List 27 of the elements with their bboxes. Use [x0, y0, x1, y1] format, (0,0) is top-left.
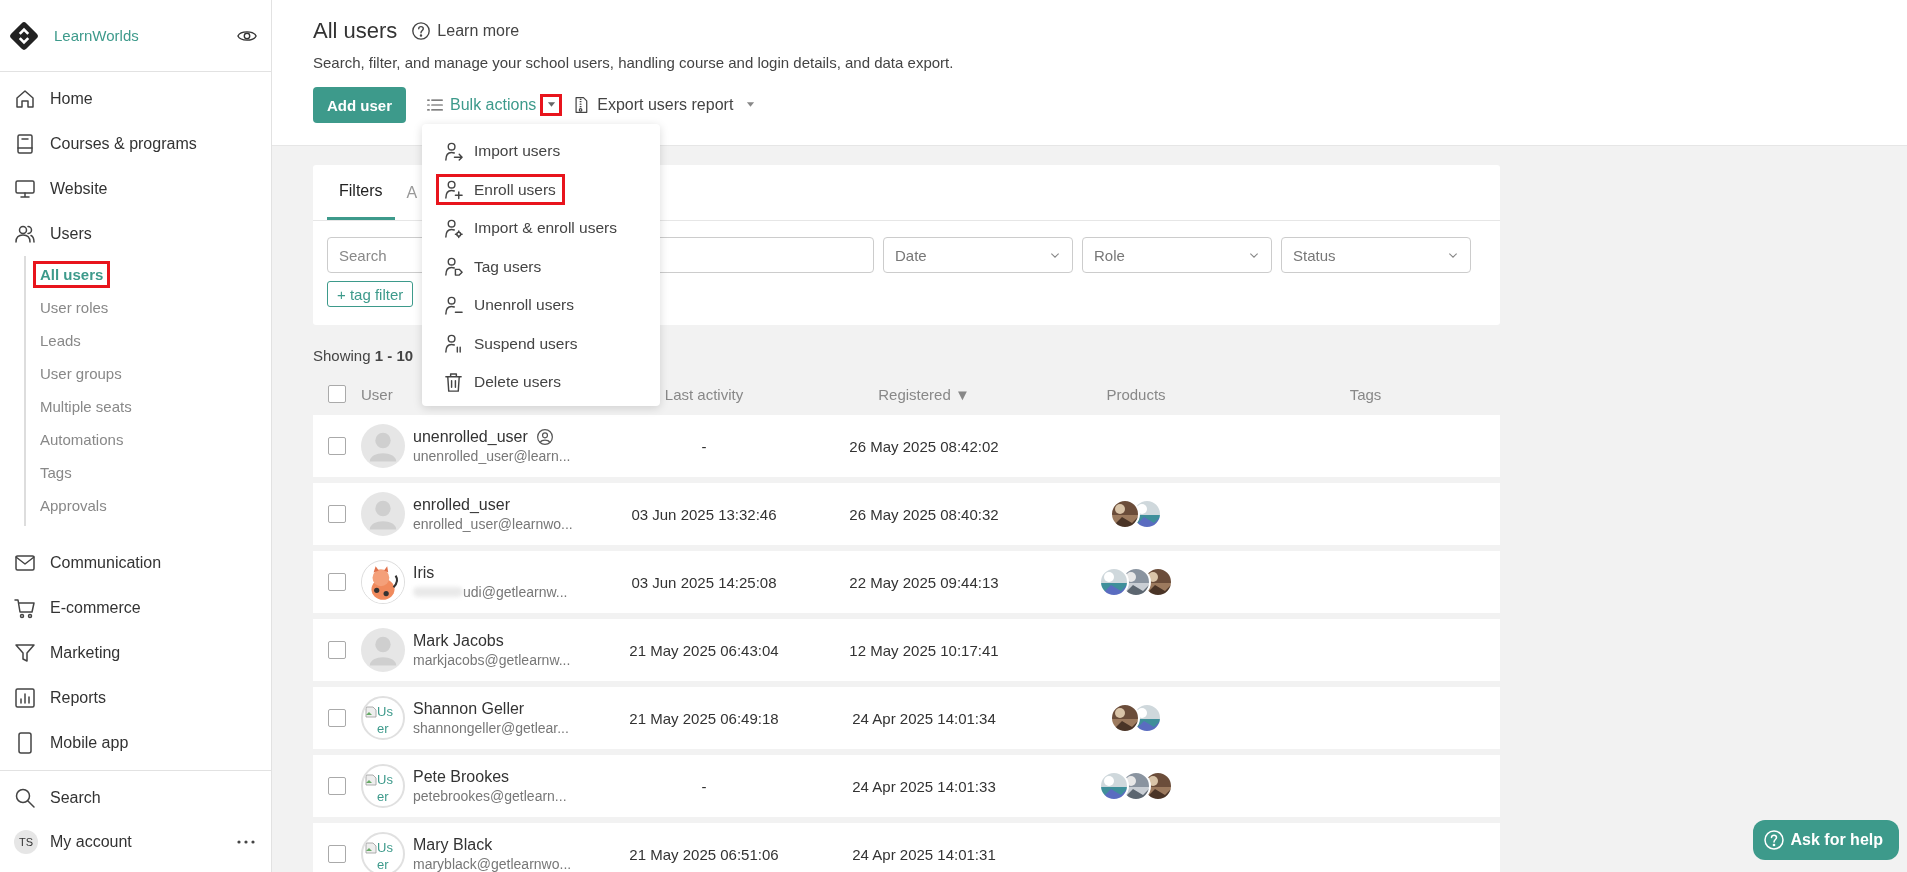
user-email: udi@getlearnw...	[463, 584, 568, 600]
page-title: All users	[313, 18, 398, 44]
alt-text: User	[377, 840, 394, 872]
table-cell-text: 21 May 2025 06:49:18	[628, 709, 780, 727]
table-cell-text: 03 Jun 2025 13:32:46	[630, 505, 778, 523]
results-count: Showing 1 - 10	[313, 347, 415, 366]
table-cell-text: 24 Apr 2025 14:01:34	[851, 709, 997, 727]
table-cell-text: 12 May 2025 10:17:41	[848, 641, 1000, 659]
table-cell-text: 22 May 2025 09:44:13	[848, 573, 1000, 591]
table-cell-text: -	[700, 437, 708, 455]
user-email: petebrookes@getlearn...	[413, 788, 567, 804]
alt-text: User	[377, 704, 394, 738]
table-cell-text: 26 May 2025 08:40:32	[848, 505, 1000, 523]
page-description: Search, filter, and manage your school users, handling course and login details, and data export.	[313, 54, 955, 71]
user-email: unenrolled_user@learn...	[413, 448, 571, 464]
table-cell-text: 21 May 2025 06:43:04	[628, 641, 780, 659]
table-cell-text: 24 Apr 2025 14:01:33	[851, 777, 997, 795]
table-cell-text: -	[700, 777, 708, 795]
alt-text: User	[377, 772, 394, 806]
user-email: enrolled_user@learnwo...	[413, 516, 573, 532]
table-cell-text: 21 May 2025 06:51:06	[628, 845, 780, 863]
table-cell-text: 26 May 2025 08:42:02	[848, 437, 1000, 455]
user-email: markjacobs@getlearnw...	[413, 652, 571, 668]
table-cell-text: 03 Jun 2025 14:25:08	[630, 573, 778, 591]
user-email: maryblack@getlearnwo...	[413, 856, 572, 872]
user-email: shannongeller@getlear...	[413, 720, 569, 736]
table-cell-text: 24 Apr 2025 14:01:31	[851, 845, 997, 863]
